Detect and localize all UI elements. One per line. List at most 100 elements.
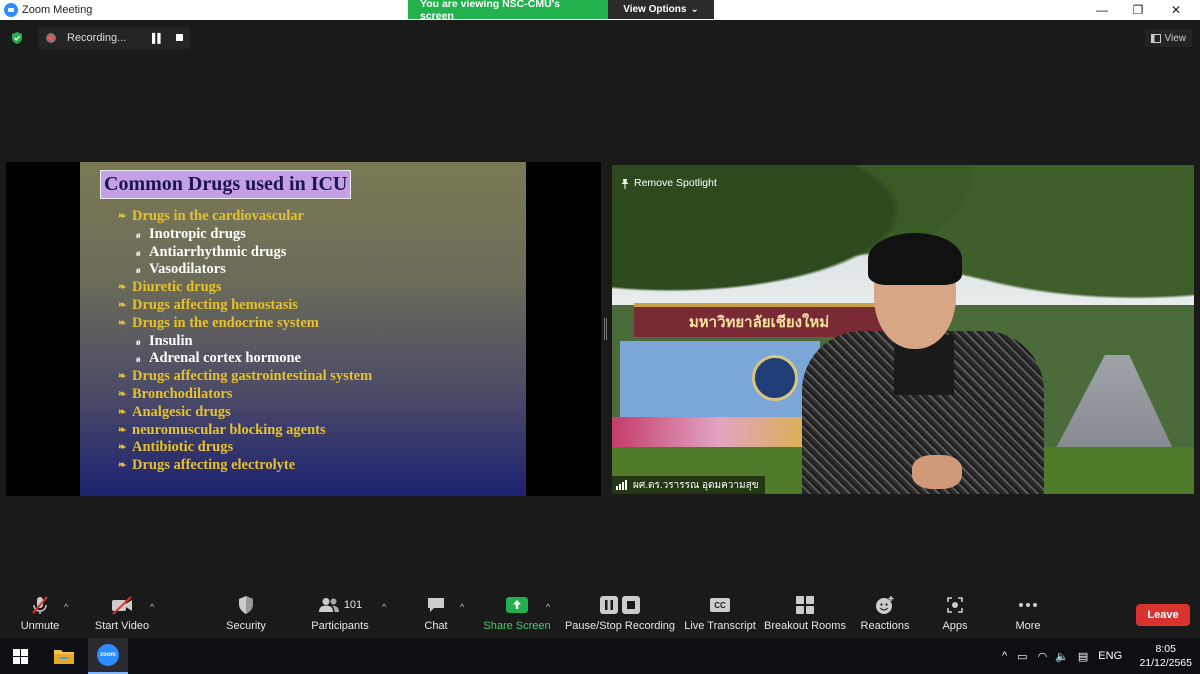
slide-title: Common Drugs used in ICU [100,170,352,199]
apps-label: Apps [942,620,968,632]
more-label: More [1015,620,1041,632]
slide-bullet-text: Vasodilators [149,261,226,278]
windows-start-button[interactable] [0,638,40,674]
slide-bullet-text: neuromuscular blocking agents [132,421,326,438]
security-label: Security [226,620,266,632]
start-video-label: Start Video [94,620,150,632]
bullet-marker-icon: ❧ [118,406,127,418]
close-button[interactable]: ✕ [1156,0,1196,20]
bullet-marker-icon: ❧ [118,460,127,472]
slide-bullet-text: Drugs in the endocrine system [132,314,319,331]
file-explorer-taskbar-button[interactable] [44,638,84,674]
slide-bullet: ❧ Drugs in the cardiovascular [118,208,372,226]
taskbar-clock[interactable]: 8:05 21/12/2565 [1139,642,1192,670]
slide-bullet-text: Antiarrhythmic drugs [149,243,287,260]
bullet-marker-icon: ø [136,247,141,258]
wifi-icon[interactable]: ◠ [1038,650,1048,663]
slide-sub-bullet: ø Vasodilators [118,261,372,279]
slide-bullet: ❧ Drugs in the endocrine system [118,315,372,333]
slide-bullet-text: Antibiotic drugs [132,439,234,456]
pause-icon [600,596,618,614]
bullet-marker-icon: ❧ [118,282,127,294]
pause-stop-recording-button[interactable]: Pause/Stop Recording [565,590,675,638]
notification-icon[interactable]: ▤ [1078,650,1088,663]
view-options-button[interactable]: View Options ⌄ [608,0,714,19]
video-off-icon [112,596,132,615]
slide-sub-bullet: ø Antiarrhythmic drugs [118,244,372,262]
video-options-chevron-icon[interactable]: ^ [150,602,154,612]
windows-logo-icon [12,648,28,664]
speaker-muted-icon[interactable]: 🔈 [1055,650,1069,663]
remove-spotlight-label: Remove Spotlight [634,177,717,189]
chat-button[interactable]: Chat [414,590,458,638]
share-banner-text: You are viewing NSC-CMU's screen [408,0,608,22]
bullet-marker-icon: ø [136,354,141,365]
chat-options-chevron-icon[interactable]: ^ [460,602,464,612]
slide-bullet: ❧ Drugs affecting gastrointestinal system [118,368,372,386]
stop-icon [622,596,640,614]
muted-mic-icon [32,596,48,614]
presenter-hand [912,455,962,489]
security-button[interactable]: Security [220,590,272,638]
clock-time: 8:05 [1155,643,1176,655]
remove-spotlight-button[interactable]: Remove Spotlight [620,173,717,193]
presentation-slide: Common Drugs used in ICU ❧ Drugs in the c… [80,162,526,496]
audio-options-chevron-icon[interactable]: ^ [64,602,68,612]
system-tray: ^ ▭ ◠ 🔈 ▤ ENG [1002,638,1122,674]
slide-sub-bullet: ø Adrenal cortex hormone [118,350,372,368]
bullet-marker-icon: ❧ [118,424,127,436]
slide-bullet: ❧ Analgesic drugs [118,404,372,422]
more-button[interactable]: More [1006,590,1050,638]
slide-bullet-text: Drugs affecting electrolyte [132,457,296,474]
unmute-label: Unmute [20,620,60,632]
restore-button[interactable]: ❐ [1118,0,1158,20]
security-shield-icon[interactable] [10,31,24,45]
zoom-app-icon: zoom [97,644,119,666]
leave-button[interactable]: Leave [1136,604,1190,626]
share-options-chevron-icon[interactable]: ^ [546,602,550,612]
window-title: Zoom Meeting [22,4,93,16]
zoom-taskbar-button[interactable]: zoom [88,638,128,674]
participant-video-tile: มหาวิทยาลัยเชียงใหม่ Remove Spotlight ผศ… [612,165,1194,494]
slide-bullet-text: Diuretic drugs [132,279,222,296]
unmute-button[interactable]: Unmute [14,590,66,638]
reactions-button[interactable]: Reactions [858,590,912,638]
participant-name-bar: ผศ.ดร.วรารรณ อุดมความสุข [612,476,765,494]
bullet-marker-icon: ❧ [118,371,127,383]
slide-bullet-text: Drugs affecting gastrointestinal system [132,368,373,385]
share-screen-button[interactable]: Share Screen [483,590,551,638]
start-video-button[interactable]: Start Video [92,590,152,638]
show-hidden-icons-chevron-icon[interactable]: ^ [1002,650,1007,662]
view-layout-icon [1150,33,1161,43]
slide-bullet-text: Drugs affecting hemostasis [132,296,298,313]
apps-button[interactable]: Apps [932,590,978,638]
pause-recording-icon[interactable]: ▌▌ [152,33,164,43]
live-transcript-button[interactable]: CC Live Transcript [684,590,756,638]
battery-icon[interactable]: ▭ [1017,650,1027,663]
closed-caption-icon: CC [710,598,730,612]
recording-label: Recording... [67,32,127,44]
slide-bullet-text: Inotropic drugs [149,225,246,242]
slide-sub-bullet: ø Inotropic drugs [118,226,372,244]
stop-recording-icon[interactable] [176,34,183,41]
participants-options-chevron-icon[interactable]: ^ [382,602,386,612]
bullet-marker-icon: ø [136,265,141,276]
language-indicator[interactable]: ENG [1098,650,1122,662]
folder-icon [54,650,74,664]
breakout-rooms-button[interactable]: Breakout Rooms [764,590,846,638]
bullet-marker-icon: ❧ [118,299,127,311]
meeting-toolbar: Unmute ^ Start Video ^ Security 101 Part… [0,590,1200,638]
presenter-hair [868,233,962,285]
chevron-down-icon: ⌄ [690,4,699,15]
slide-bullet: ❧ neuromuscular blocking agents [118,422,372,440]
split-view-drag-handle[interactable] [604,318,607,340]
bullet-marker-icon: ø [136,336,141,347]
minimize-button[interactable]: — [1082,0,1122,20]
share-screen-label: Share Screen [483,620,551,632]
view-button[interactable]: View [1144,29,1192,47]
windows-taskbar: zoom ^ ▭ ◠ 🔈 ▤ ENG 8:05 21/12/2565 [0,638,1200,674]
participants-icon [318,598,339,612]
participants-button[interactable]: 101 Participants [308,590,372,638]
security-icon [239,596,253,614]
slide-bullet-list: ❧ Drugs in the cardiovascular ø Inotropic d… [118,208,372,475]
